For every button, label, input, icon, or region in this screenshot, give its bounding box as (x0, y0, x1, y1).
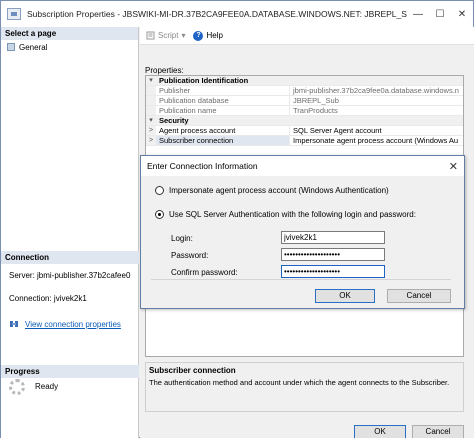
sql-auth-label: Use SQL Server Authentication with the f… (169, 210, 416, 219)
dialog-close-button[interactable]: ✕ (449, 160, 458, 173)
property-value: Impersonate agent process account (Windo… (293, 136, 459, 145)
radio-unchecked-icon[interactable] (155, 186, 164, 195)
minimize-button[interactable]: — (407, 5, 429, 23)
property-key: Subscriber connection (156, 136, 290, 145)
grid-category-row[interactable]: ▾ Publication Identification (146, 76, 463, 86)
expand-icon[interactable]: > (146, 126, 156, 135)
grid-row-selected[interactable]: > Subscriber connection Impersonate agen… (146, 136, 463, 146)
property-value: JBREPL_Sub (293, 96, 339, 105)
dialog-cancel-button[interactable]: Cancel (387, 289, 451, 303)
property-key: Agent process account (156, 126, 290, 135)
category-label: Security (159, 116, 189, 125)
connection-text: Connection: jvivek2k1 (9, 294, 87, 303)
script-label: Script (158, 31, 179, 40)
confirm-password-field[interactable]: •••••••••••••••••••• (281, 265, 385, 278)
close-button[interactable]: ✕ (451, 5, 473, 23)
collapse-icon[interactable]: ▾ (146, 76, 156, 85)
login-field[interactable]: jvivek2k1 (281, 231, 385, 244)
radio-checked-icon[interactable] (155, 210, 164, 219)
expand-icon[interactable]: > (146, 136, 156, 145)
windows-auth-radio[interactable]: Impersonate agent process account (Windo… (155, 186, 389, 195)
page-item-label: General (19, 42, 48, 52)
view-connection-properties-link[interactable]: View connection properties (25, 320, 121, 329)
grid-row[interactable]: Publisher jbmi-publisher.37b2ca9fee0a.da… (146, 86, 463, 96)
page-icon (7, 43, 15, 51)
description-text: The authentication method and account un… (149, 378, 450, 387)
app-icon (7, 8, 21, 20)
grid-row[interactable]: Publication name TranProducts (146, 106, 463, 116)
view-connection-properties-row[interactable]: View connection properties (9, 319, 121, 329)
description-panel: Subscriber connection The authentication… (145, 362, 464, 412)
help-label: Help (206, 31, 223, 40)
property-key: Publisher (156, 86, 290, 95)
login-label: Login: (171, 234, 193, 243)
dialog-title-bar: Enter Connection Information ✕ (141, 156, 464, 176)
page-item-general[interactable]: General (1, 40, 138, 54)
subscription-properties-window: Subscription Properties - JBSWIKI-MI-DR.… (0, 0, 474, 438)
property-key: Publication database (156, 96, 290, 105)
progress-status: Ready (35, 382, 59, 391)
confirm-password-label: Confirm password: (171, 268, 238, 277)
script-icon (146, 31, 155, 40)
progress-header: Progress (1, 365, 139, 378)
grid-row[interactable]: Publication database JBREPL_Sub (146, 96, 463, 106)
property-value: TranProducts (293, 106, 338, 115)
grid-row[interactable]: > Agent process account SQL Server Agent… (146, 126, 463, 136)
property-key: Publication name (156, 106, 290, 115)
sql-auth-radio[interactable]: Use SQL Server Authentication with the f… (155, 210, 416, 219)
window-title: Subscription Properties - JBSWIKI-MI-DR.… (27, 9, 407, 19)
password-label: Password: (171, 251, 209, 260)
row-gutter (146, 96, 156, 105)
connection-dialog: Enter Connection Information ✕ Impersona… (140, 155, 465, 309)
server-text: Server: jbmi-publisher.37b2cafee0 (9, 271, 131, 280)
dialog-ok-button[interactable]: OK (315, 289, 375, 303)
password-field[interactable]: •••••••••••••••••••• (281, 248, 385, 261)
progress-spinner-icon (9, 379, 25, 395)
toolbar: Script ▾ ? Help (140, 27, 474, 45)
select-page-header: Select a page (1, 27, 138, 40)
properties-label: Properties: (145, 66, 184, 75)
chevron-down-icon[interactable]: ▾ (181, 31, 185, 40)
help-button[interactable]: ? Help (193, 30, 223, 41)
ok-button[interactable]: OK (354, 425, 406, 438)
script-button[interactable]: Script ▾ (146, 31, 185, 40)
connection-header: Connection (1, 251, 139, 264)
dialog-title: Enter Connection Information (147, 161, 258, 171)
row-gutter (146, 106, 156, 115)
cancel-button[interactable]: Cancel (412, 425, 464, 438)
property-value: SQL Server Agent account (293, 126, 382, 135)
windows-auth-label: Impersonate agent process account (Windo… (169, 186, 389, 195)
property-value: jbmi-publisher.37b2ca9fee0a.database.win… (293, 86, 459, 95)
grid-category-row[interactable]: ▾ Security (146, 116, 463, 126)
category-label: Publication Identification (159, 76, 249, 85)
description-title: Subscriber connection (149, 366, 236, 375)
connection-icon (10, 321, 18, 327)
maximize-button[interactable]: ☐ (429, 5, 451, 23)
collapse-icon[interactable]: ▾ (146, 116, 156, 125)
help-icon: ? (193, 30, 204, 41)
row-gutter (146, 86, 156, 95)
left-panel: Select a page General Connection Server:… (1, 27, 139, 438)
title-bar: Subscription Properties - JBSWIKI-MI-DR.… (1, 1, 473, 27)
